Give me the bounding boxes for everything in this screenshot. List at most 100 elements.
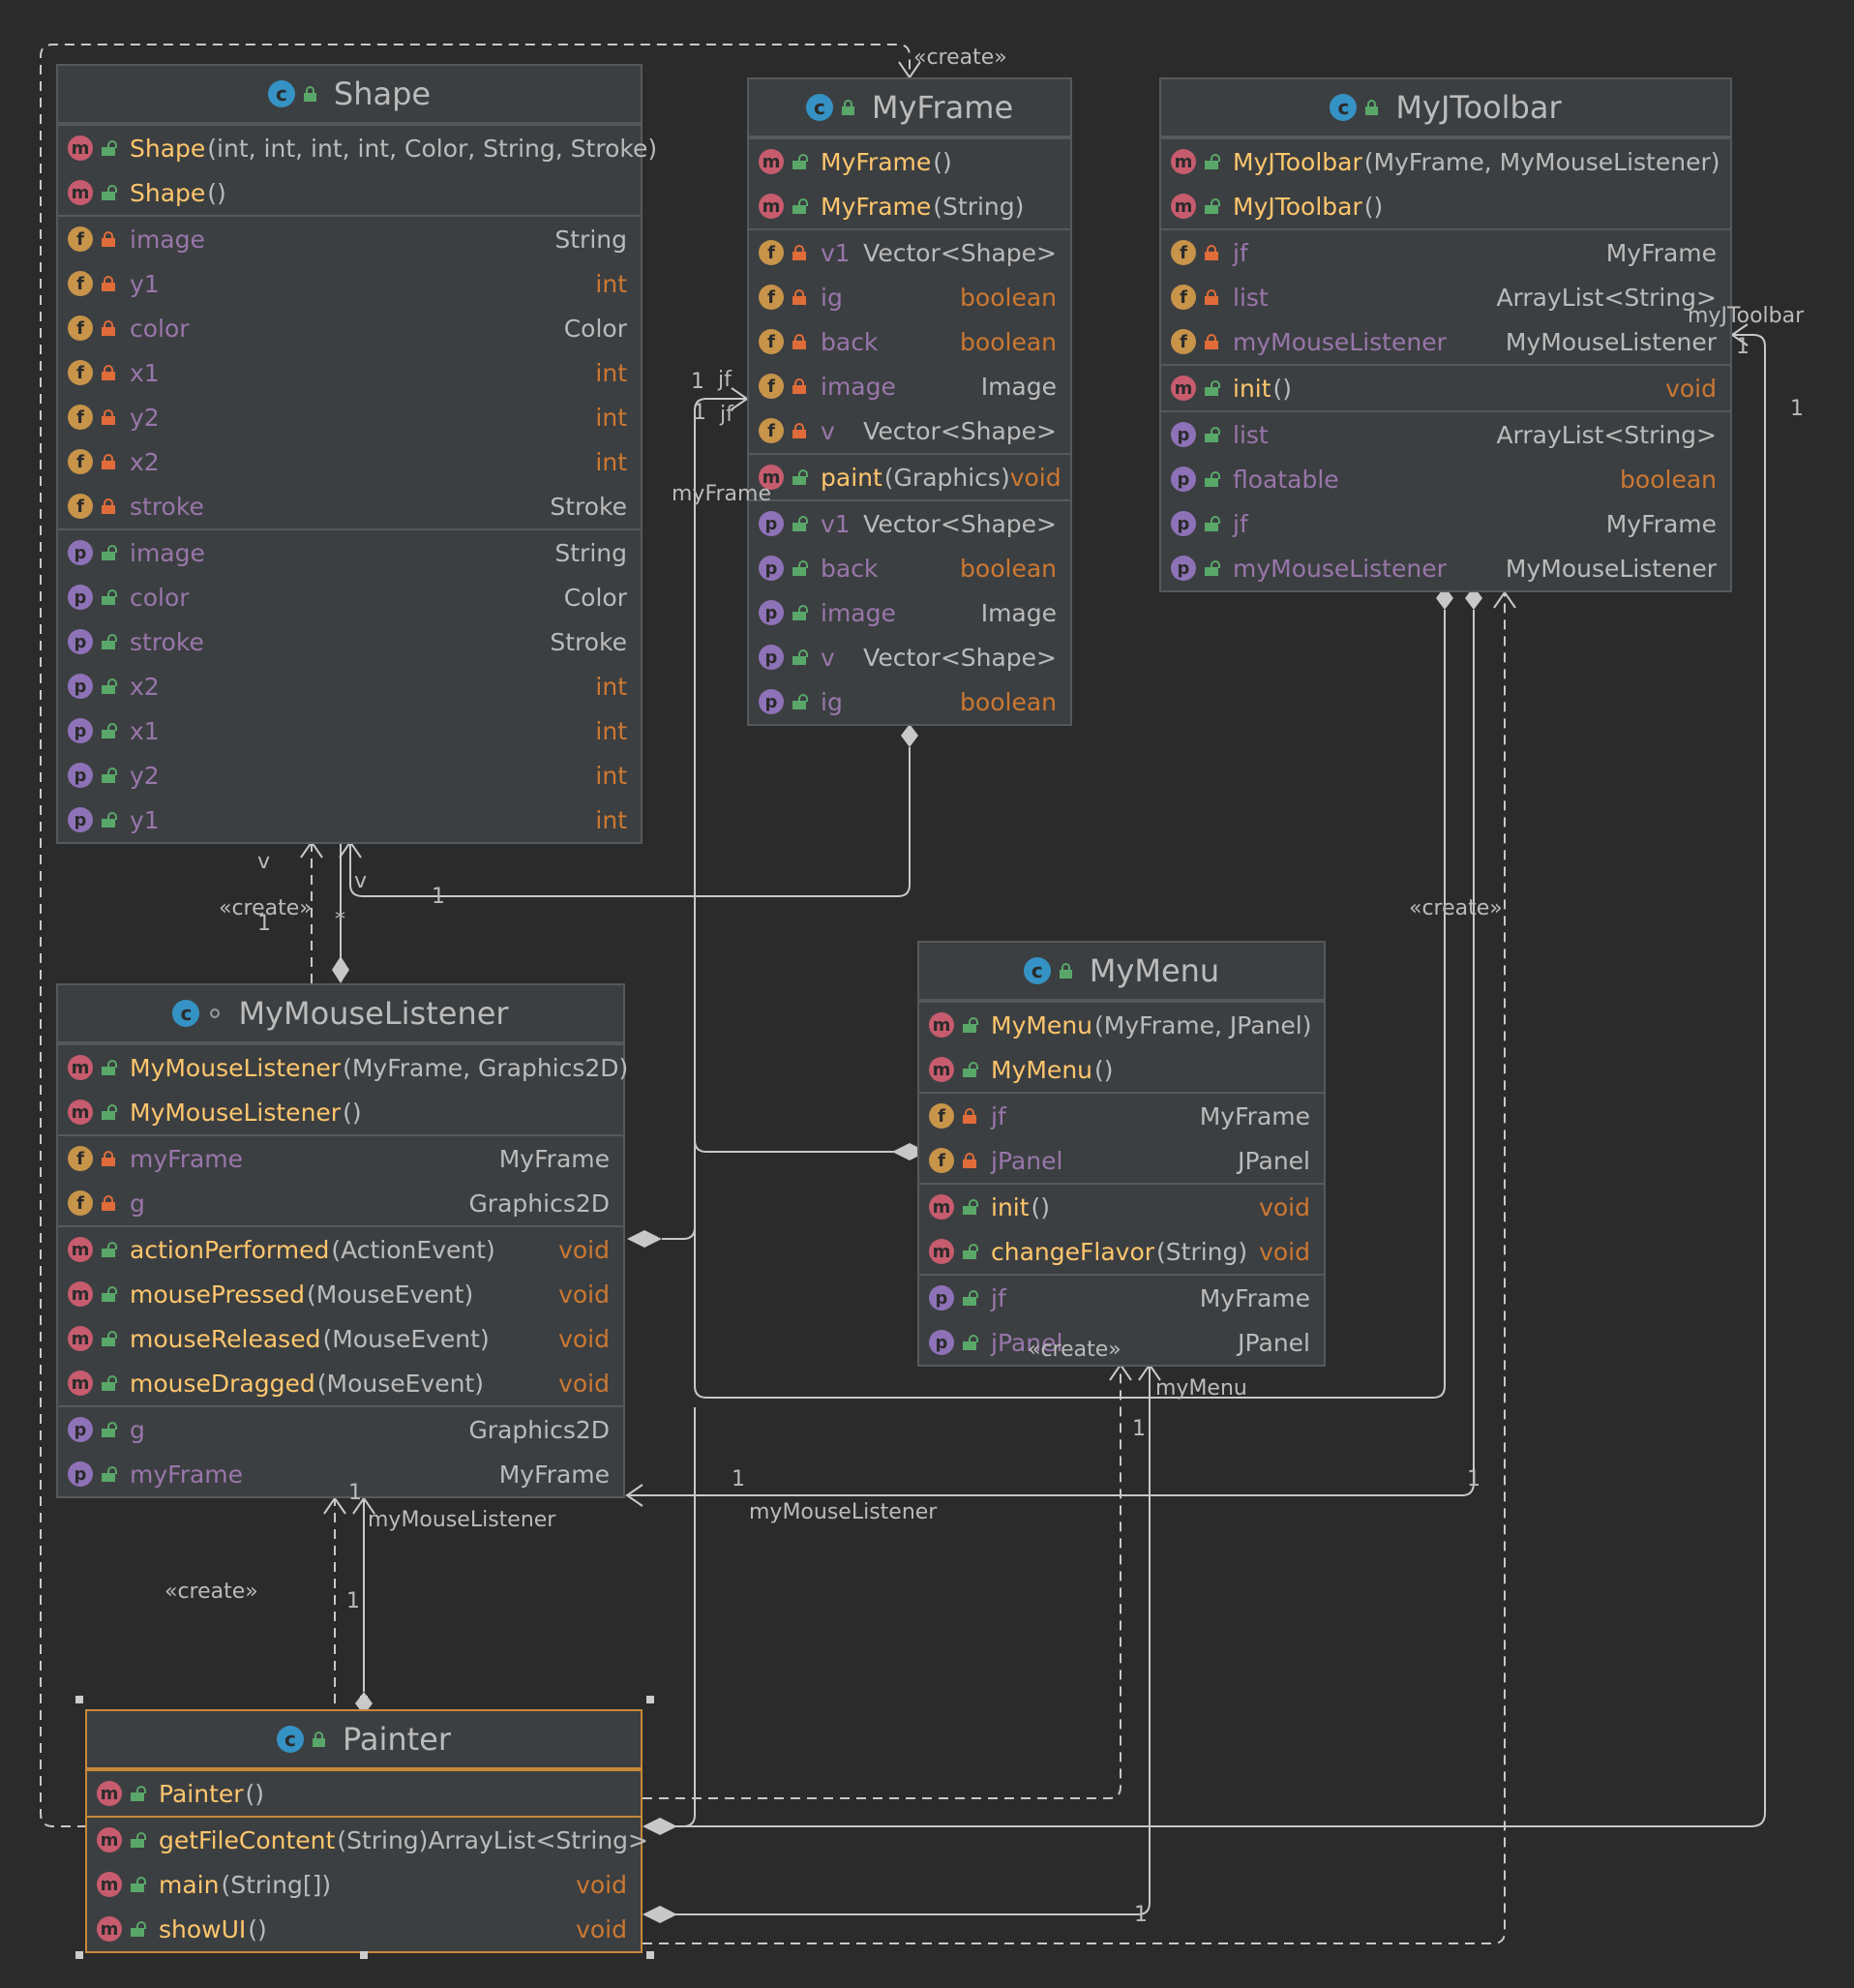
constructor-row[interactable]: m MyMenu (MyFrame, JPanel) bbox=[919, 1003, 1324, 1047]
constructors: m MyFrame() m MyFrame (String) bbox=[749, 137, 1070, 228]
member-type: MyFrame bbox=[498, 1144, 610, 1173]
public-icon bbox=[792, 154, 808, 169]
class-painter[interactable]: c Painter m Painter() m getFileContent (Stri… bbox=[85, 1709, 648, 1953]
field-row[interactable]: f y2 int bbox=[58, 395, 641, 439]
property-row[interactable]: p myFrame MyFrame bbox=[58, 1452, 623, 1496]
property-row[interactable]: p x1 int bbox=[58, 708, 641, 753]
method-icon: m bbox=[929, 1012, 954, 1038]
field-row[interactable]: f v1 Vector<Shape> bbox=[749, 230, 1070, 275]
method-row[interactable]: m paint (Graphics) void bbox=[749, 455, 1070, 499]
property-icon: p bbox=[68, 540, 93, 565]
method-row[interactable]: m changeFlavor (String) void bbox=[919, 1229, 1324, 1274]
public-icon bbox=[792, 605, 808, 620]
property-row[interactable]: p image Image bbox=[749, 590, 1070, 635]
property-row[interactable]: p ig boolean bbox=[749, 679, 1070, 724]
public-icon bbox=[101, 1375, 117, 1391]
class-myframe[interactable]: c MyFrame m MyFrame() m MyFrame (String) f v1 V… bbox=[747, 77, 1072, 726]
constructor-row[interactable]: m MyMouseListener() bbox=[58, 1090, 623, 1134]
class-myjtoolbar[interactable]: c MyJToolbar m MyJToolbar (MyFrame, MyMouse… bbox=[1159, 77, 1732, 592]
private-icon bbox=[101, 320, 116, 336]
private-icon bbox=[1204, 334, 1219, 349]
method-row[interactable]: m actionPerformed (ActionEvent) void bbox=[58, 1227, 623, 1272]
class-name: MyJToolbar bbox=[1395, 89, 1562, 126]
method-row[interactable]: m mousePressed (MouseEvent) void bbox=[58, 1272, 623, 1316]
constructor-row[interactable]: m MyMouseListener (MyFrame, Graphics2D) bbox=[58, 1045, 628, 1090]
property-row[interactable]: p list ArrayList<String> bbox=[1161, 412, 1730, 457]
selection-handle[interactable] bbox=[75, 1951, 83, 1959]
method-row[interactable]: m init() void bbox=[1161, 366, 1730, 410]
field-row[interactable]: f x2 int bbox=[58, 439, 641, 484]
member-name: v1 bbox=[821, 238, 851, 267]
member-type: Vector<Shape> bbox=[863, 416, 1057, 445]
selection-handle[interactable] bbox=[646, 1951, 654, 1959]
field-row[interactable]: f jf MyFrame bbox=[919, 1094, 1324, 1138]
property-row[interactable]: p v1 Vector<Shape> bbox=[749, 501, 1070, 546]
property-row[interactable]: p v Vector<Shape> bbox=[749, 635, 1070, 679]
property-row[interactable]: p y2 int bbox=[58, 753, 641, 798]
field-row[interactable]: f stroke Stroke bbox=[58, 484, 641, 528]
selection-handle[interactable] bbox=[75, 1696, 83, 1703]
property-row[interactable]: p jf MyFrame bbox=[1161, 501, 1730, 546]
class-shape[interactable]: c Shape m Shape (int, int, int, int, Color,… bbox=[56, 64, 657, 844]
field-row[interactable]: f back boolean bbox=[749, 319, 1070, 364]
property-row[interactable]: p back boolean bbox=[749, 546, 1070, 590]
field-row[interactable]: f myMouseListener MyMouseListener bbox=[1161, 319, 1730, 364]
class-mymouselistener[interactable]: c MyMouseListener m MyMouseListener (MyFram… bbox=[56, 983, 628, 1498]
field-row[interactable]: f v Vector<Shape> bbox=[749, 408, 1070, 453]
field-row[interactable]: f list ArrayList<String> bbox=[1161, 275, 1730, 319]
selection-handle[interactable] bbox=[360, 1951, 368, 1959]
constructor-row[interactable]: m MyMenu() bbox=[919, 1047, 1324, 1092]
constructor-row[interactable]: m Painter() bbox=[87, 1771, 641, 1816]
constructor-row[interactable]: m MyJToolbar (MyFrame, MyMouseListener) bbox=[1161, 139, 1730, 184]
property-row[interactable]: p jf MyFrame bbox=[919, 1276, 1324, 1320]
property-row[interactable]: p floatable boolean bbox=[1161, 457, 1730, 501]
method-icon: m bbox=[759, 194, 784, 219]
property-row[interactable]: p color Color bbox=[58, 575, 641, 619]
class-mymenu[interactable]: c MyMenu m MyMenu (MyFrame, JPanel) m MyMenu(… bbox=[917, 941, 1326, 1367]
method-row[interactable]: m mouseReleased (MouseEvent) void bbox=[58, 1316, 623, 1361]
field-row[interactable]: f y1 int bbox=[58, 261, 641, 306]
property-row[interactable]: p x2 int bbox=[58, 664, 641, 708]
public-icon bbox=[101, 634, 117, 649]
property-row[interactable]: p stroke Stroke bbox=[58, 619, 641, 664]
selection-handle[interactable] bbox=[646, 1696, 654, 1703]
field-row[interactable]: f jf MyFrame bbox=[1161, 230, 1730, 275]
method-row[interactable]: m main (String[]) void bbox=[87, 1862, 641, 1907]
properties: p list ArrayList<String> p floatable boolean p… bbox=[1161, 410, 1730, 590]
property-row[interactable]: p image String bbox=[58, 530, 641, 575]
property-row[interactable]: p y1 int bbox=[58, 798, 641, 842]
method-row[interactable]: m showUI() void bbox=[87, 1907, 641, 1951]
member-type: MyFrame bbox=[498, 1460, 610, 1489]
member-name: mouseDragged bbox=[130, 1369, 315, 1398]
constructor-row[interactable]: m Shape() bbox=[58, 170, 641, 215]
field-row[interactable]: f color Color bbox=[58, 306, 641, 350]
property-row[interactable]: p jPanel JPanel bbox=[919, 1320, 1324, 1365]
property-row[interactable]: p g Graphics2D bbox=[58, 1407, 623, 1452]
class-name: MyMenu bbox=[1089, 952, 1220, 989]
method-row[interactable]: m getFileContent (String) ArrayList<String> bbox=[87, 1818, 648, 1862]
constructor-row[interactable]: m MyFrame (String) bbox=[749, 184, 1070, 228]
field-row[interactable]: f jPanel JPanel bbox=[919, 1138, 1324, 1183]
constructor-row[interactable]: m Shape (int, int, int, int, Color, String… bbox=[58, 126, 657, 170]
method-row[interactable]: m init() void bbox=[919, 1185, 1324, 1229]
field-row[interactable]: f ig boolean bbox=[749, 275, 1070, 319]
field-row[interactable]: f image String bbox=[58, 217, 641, 261]
edge-painter-mymenu bbox=[664, 1365, 1151, 1915]
constructor-row[interactable]: m MyFrame() bbox=[749, 139, 1070, 184]
selection-handle[interactable] bbox=[360, 1696, 368, 1703]
member-signature: () bbox=[207, 178, 226, 207]
field-row[interactable]: f myFrame MyFrame bbox=[58, 1136, 623, 1181]
method-row[interactable]: m mouseDragged (MouseEvent) void bbox=[58, 1361, 623, 1405]
member-name: back bbox=[821, 327, 879, 356]
field-icon: f bbox=[759, 374, 784, 399]
field-icon: f bbox=[68, 1146, 93, 1171]
member-type: int bbox=[595, 716, 627, 745]
constructor-row[interactable]: m MyJToolbar() bbox=[1161, 184, 1730, 228]
property-row[interactable]: p myMouseListener MyMouseListener bbox=[1161, 546, 1730, 590]
field-row[interactable]: f g Graphics2D bbox=[58, 1181, 623, 1225]
field-row[interactable]: f x1 int bbox=[58, 350, 641, 395]
private-icon bbox=[101, 365, 116, 380]
member-type: ArrayList<String> bbox=[428, 1825, 648, 1854]
field-row[interactable]: f image Image bbox=[749, 364, 1070, 408]
constructors: m MyJToolbar (MyFrame, MyMouseListener) m My… bbox=[1161, 137, 1730, 228]
